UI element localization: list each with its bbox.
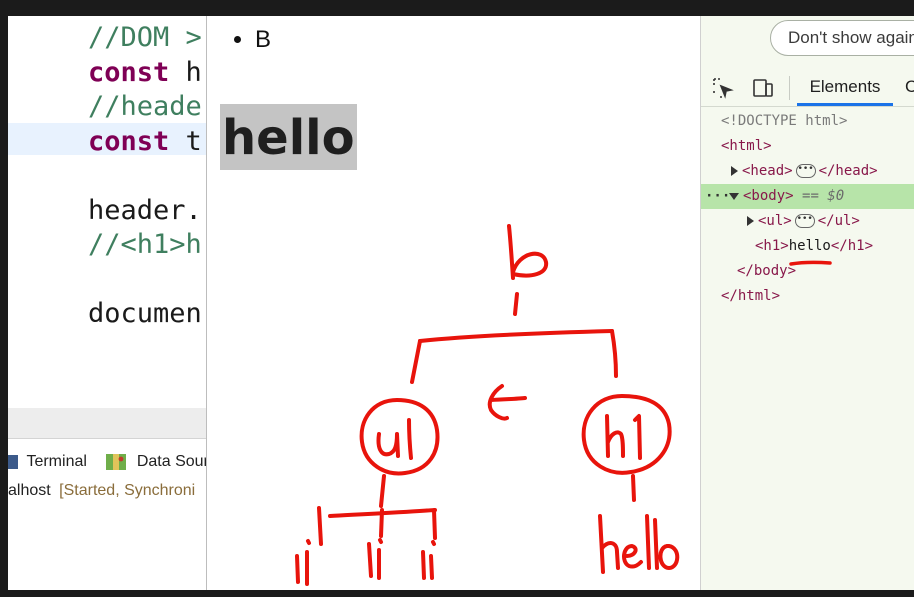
h1-text: hello [788, 238, 831, 254]
drawn-stem-ul [379, 474, 386, 508]
drawn-label-li [421, 540, 436, 580]
devtools-panel: Don't show again Elements C <!DOCTYPE ht… [700, 16, 914, 590]
dom-node-ul[interactable]: <ul> ••• </ul> [701, 209, 914, 234]
drawn-branch [418, 329, 614, 343]
dom-node-head[interactable]: <head> ••• </head> [701, 159, 914, 184]
dont-show-again-button[interactable]: Don't show again [770, 20, 914, 56]
drawn-label-hello [598, 514, 680, 574]
selected-node-marker: == $0 [802, 188, 845, 204]
expand-arrow-icon[interactable] [747, 216, 754, 226]
code-line[interactable]: //heade [88, 91, 202, 123]
toolbar-divider [789, 76, 790, 100]
more-actions-icon[interactable]: ··· [701, 184, 730, 209]
html-close-tag: </html> [721, 288, 781, 304]
code-keyword: const [88, 56, 170, 88]
html-open-tag: <html> [721, 138, 772, 154]
drawn-arrow [487, 384, 527, 421]
devtools-toolbar: Elements C [701, 70, 914, 107]
doctype-text: <!DOCTYPE html> [721, 113, 848, 129]
drawn-li-branches [317, 506, 437, 546]
code-line[interactable]: const h [88, 57, 202, 89]
drawn-underline [789, 260, 832, 266]
drawn-stem [513, 292, 519, 316]
ellipsis-icon[interactable]: ••• [795, 164, 816, 178]
tab-data-source[interactable]: Data Sour [137, 453, 209, 471]
head-close-tag: </head> [818, 163, 878, 179]
views-bar: Terminal Data Sour [8, 452, 209, 474]
data-source-icon [106, 454, 127, 470]
code-identifier: t [169, 125, 202, 157]
dom-node-doctype[interactable]: <!DOCTYPE html> [701, 109, 914, 134]
code-line[interactable]: //<h1>h [88, 229, 202, 261]
h1-open-tag: <h1> [755, 238, 789, 254]
console-host: alhost [8, 482, 51, 499]
drawn-branch-left [410, 339, 422, 384]
ellipsis-icon[interactable]: ••• [794, 214, 815, 228]
body-close-tag: </body> [737, 263, 797, 279]
ide-editor: //DOM > const h//heade const t header.//<h1… [8, 16, 228, 590]
code-line[interactable]: //DOM > [88, 22, 202, 54]
drawn-stem-h1 [631, 474, 636, 502]
drawn-label-root [507, 224, 549, 280]
drawn-label-h1 [605, 414, 642, 460]
head-open-tag: <head> [742, 163, 793, 179]
drawn-label-ul [376, 418, 413, 460]
ul-close-tag: </ul> [817, 213, 860, 229]
tab-console[interactable]: C [905, 70, 914, 104]
inspect-element-icon[interactable] [711, 76, 735, 100]
code-line[interactable]: documen [88, 298, 202, 330]
browser-viewport: A B hello [206, 16, 701, 590]
code-line[interactable]: const t [88, 126, 202, 158]
code-keyword: const [88, 125, 170, 157]
tab-elements[interactable]: Elements [797, 70, 893, 106]
drawn-node-h1 [581, 394, 672, 475]
console-header: alhost [Started, Synchroni [8, 482, 195, 500]
device-toolbar-icon[interactable] [751, 76, 775, 100]
drawn-label-li [295, 539, 311, 586]
console-status: [Started, Synchroni [59, 482, 196, 499]
code-identifier: h [169, 56, 202, 88]
drawn-node-ul [359, 398, 440, 476]
terminal-icon [8, 455, 18, 469]
editor-divider [8, 408, 228, 439]
ul-open-tag: <ul> [758, 213, 792, 229]
drawn-branch-right [610, 329, 618, 378]
dom-node-html-close[interactable]: </html> [701, 284, 914, 309]
dom-node-h1[interactable]: <h1>hello</h1> [701, 234, 914, 259]
tab-terminal[interactable]: Terminal [26, 453, 86, 471]
collapse-arrow-icon[interactable] [729, 192, 739, 200]
handwritten-dom-tree [295, 224, 680, 586]
expand-arrow-icon[interactable] [731, 166, 738, 176]
h1-close-tag: </h1> [830, 238, 874, 254]
dom-node-body[interactable]: ··· <body> == $0 [701, 184, 914, 209]
code-line[interactable]: header. [88, 195, 202, 227]
drawn-label-li [367, 538, 383, 580]
dom-node-html[interactable]: <html> [701, 134, 914, 159]
body-open-tag: <body> [743, 188, 794, 204]
